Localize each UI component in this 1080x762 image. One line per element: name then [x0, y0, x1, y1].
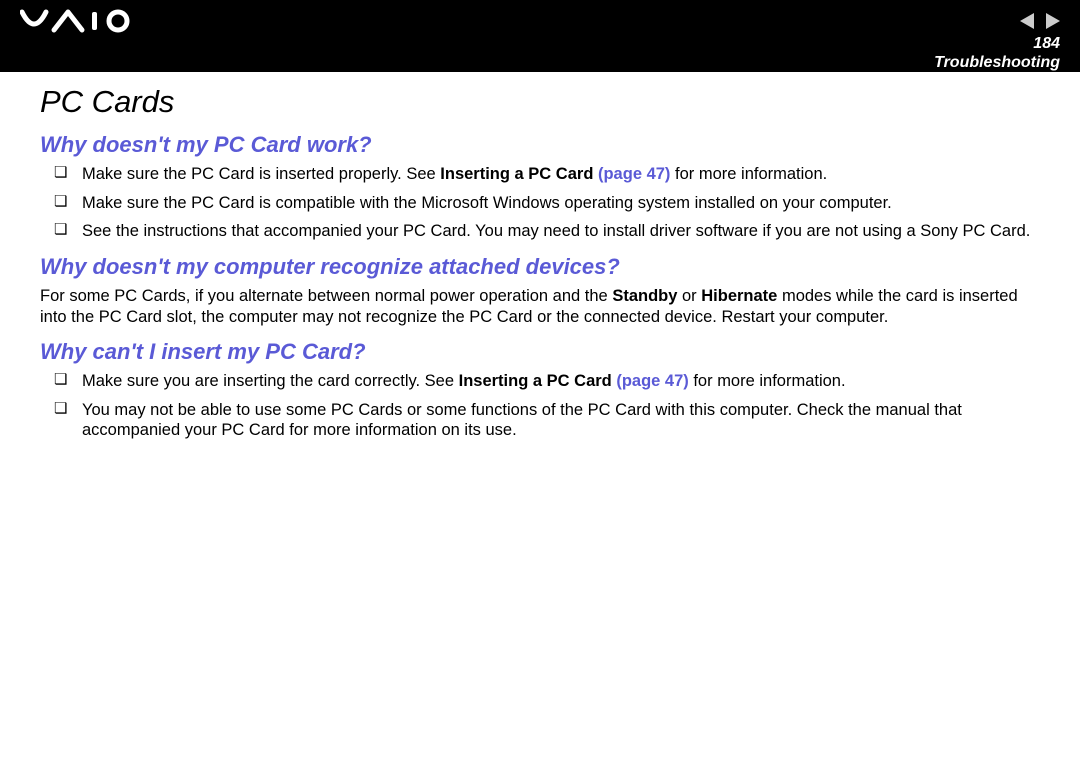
page-number: 184 — [1033, 34, 1060, 53]
header-top-row — [20, 8, 1060, 34]
list-item: Make sure the PC Card is compatible with… — [62, 193, 1040, 214]
bold-ref: Inserting a PC Card — [459, 372, 617, 390]
vaio-logo — [20, 8, 140, 34]
header-meta: 184 Troubleshooting — [20, 34, 1060, 72]
standby-term: Standby — [612, 287, 677, 305]
page-ref-link[interactable]: (page 47) — [598, 165, 670, 183]
list-item: Make sure you are inserting the card cor… — [62, 371, 1040, 392]
list-item: See the instructions that accompanied yo… — [62, 221, 1040, 242]
text: Make sure you are inserting the card cor… — [82, 372, 459, 390]
section-label: Troubleshooting — [934, 53, 1060, 72]
list-item: You may not be able to use some PC Cards… — [62, 400, 1040, 441]
next-page-icon[interactable] — [1046, 13, 1060, 29]
text: Make sure the PC Card is inserted proper… — [82, 165, 440, 183]
q1-heading: Why doesn't my PC Card work? — [40, 132, 1040, 158]
q2-paragraph: For some PC Cards, if you alternate betw… — [40, 286, 1040, 327]
q1-list: Make sure the PC Card is inserted proper… — [40, 164, 1040, 242]
q3-list: Make sure you are inserting the card cor… — [40, 371, 1040, 441]
q2-heading: Why doesn't my computer recognize attach… — [40, 254, 1040, 280]
page-ref-link[interactable]: (page 47) — [616, 372, 688, 390]
prev-page-icon[interactable] — [1020, 13, 1034, 29]
page-header: 184 Troubleshooting — [0, 0, 1080, 72]
text: for more information. — [689, 372, 846, 390]
page-title: PC Cards — [40, 84, 1040, 120]
text: or — [677, 287, 701, 305]
q3-heading: Why can't I insert my PC Card? — [40, 339, 1040, 365]
list-item: Make sure the PC Card is inserted proper… — [62, 164, 1040, 185]
bold-ref: Inserting a PC Card — [440, 165, 598, 183]
hibernate-term: Hibernate — [701, 287, 777, 305]
page-content: PC Cards Why doesn't my PC Card work? Ma… — [0, 72, 1080, 469]
nav-arrows — [1020, 13, 1060, 29]
text: for more information. — [670, 165, 827, 183]
text: For some PC Cards, if you alternate betw… — [40, 287, 612, 305]
